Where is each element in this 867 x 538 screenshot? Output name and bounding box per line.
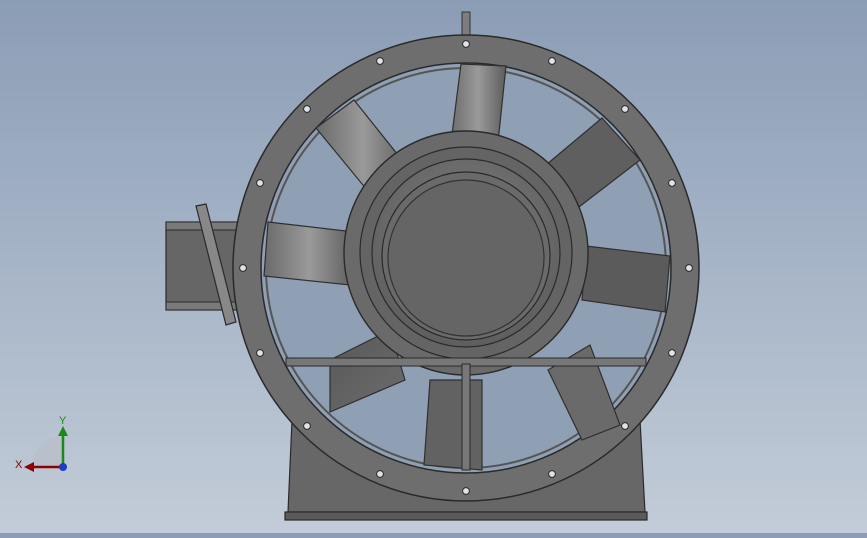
blade-right [581,245,671,313]
blade-left [263,221,356,286]
x-axis-label: X [15,459,23,471]
coordinate-triad: Y X [10,410,80,480]
top-shaft [461,11,471,39]
hub [343,130,589,376]
blade-bottom [423,379,483,471]
cad-viewport[interactable] [0,0,867,533]
z-axis-dot [59,463,67,471]
side-motor-box [165,203,239,326]
triad-plane-icon [32,436,63,467]
y-axis-label: Y [59,415,67,427]
fan-model-svg[interactable] [0,0,867,533]
